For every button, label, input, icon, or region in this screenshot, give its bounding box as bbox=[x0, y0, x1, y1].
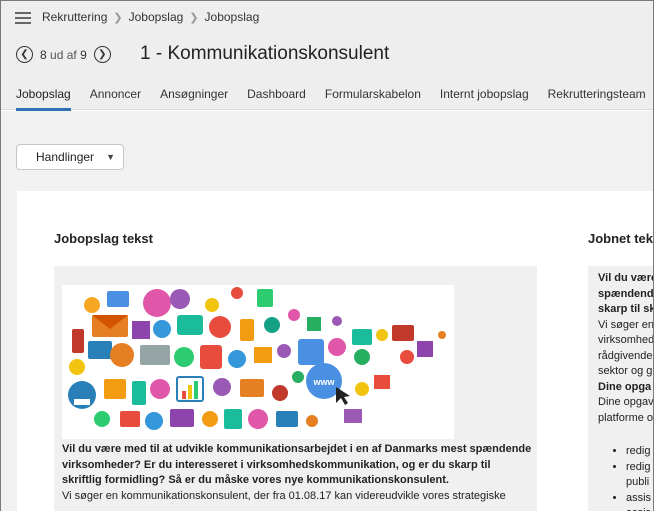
handlinger-label: Handlinger bbox=[36, 150, 95, 164]
list-item: redig bbox=[626, 444, 653, 460]
breadcrumb-item[interactable]: Jobopslag bbox=[205, 10, 260, 24]
jobnet-line: Dine opgav bbox=[598, 396, 653, 408]
jobnet-line: platforme o bbox=[598, 411, 653, 424]
jobnet-bold-heading: Dine opga bbox=[598, 380, 652, 393]
tab-bar: Jobopslag Annoncer Ansøgninger Dashboard… bbox=[16, 87, 654, 111]
jobnet-line: Vi søger en bbox=[598, 318, 653, 331]
tab-jobopslag[interactable]: Jobopslag bbox=[16, 87, 71, 111]
jobnet-bold-line: spændende bbox=[598, 287, 653, 300]
tab-ansoegninger[interactable]: Ansøgninger bbox=[160, 87, 228, 111]
breadcrumb: Rekruttering ❯ Jobopslag ❯ Jobopslag bbox=[42, 10, 259, 24]
jobopslag-body: Vil du være med til at udvikle kommunika… bbox=[62, 442, 532, 504]
action-bar: Handlinger ▼ bbox=[1, 111, 653, 191]
main-content: Jobopslag tekst www Vil du være med til … bbox=[1, 191, 653, 511]
jobopslag-intro: Vil du være med til at udvikle kommunika… bbox=[62, 443, 532, 486]
pager-current: 8 bbox=[40, 47, 47, 62]
breadcrumb-item[interactable]: Rekruttering bbox=[42, 10, 107, 24]
jobnet-bold-line: skarp til sk bbox=[598, 303, 653, 315]
jobnet-card: Vil du være spændende skarp til sk Vi sø… bbox=[588, 266, 653, 511]
section-title-jobopslag: Jobopslag tekst bbox=[54, 231, 153, 246]
record-pager: ❮ 8 ud af 9 ❯ bbox=[16, 46, 111, 63]
next-icon[interactable]: ❯ bbox=[93, 46, 111, 63]
pager-of: ud af bbox=[50, 47, 77, 62]
www-label: www bbox=[312, 377, 335, 387]
list-item: assis bbox=[626, 491, 653, 507]
chevron-right-icon: ❯ bbox=[189, 11, 199, 24]
previous-icon[interactable]: ❮ bbox=[16, 46, 33, 63]
handlinger-dropdown[interactable]: Handlinger ▼ bbox=[16, 144, 124, 170]
jobnet-body: Vil du være spændende skarp til sk Vi sø… bbox=[598, 271, 653, 511]
pager-total: 9 bbox=[80, 47, 87, 62]
chevron-down-icon: ▼ bbox=[106, 152, 115, 162]
jobnet-bold-line: Vil du være bbox=[598, 272, 653, 284]
page-title: 1 - Kommunikationskonsulent bbox=[140, 43, 390, 64]
jobnet-line: rådgivende bbox=[598, 349, 653, 362]
section-title-jobnet: Jobnet teks bbox=[588, 231, 653, 246]
tab-rekrutteringsteam[interactable]: Rekrutteringsteam bbox=[548, 87, 646, 111]
chevron-right-icon: ❯ bbox=[113, 11, 123, 24]
breadcrumb-item[interactable]: Jobopslag bbox=[129, 10, 184, 24]
jobopslag-card: www Vil du være med til at udvikle kommu… bbox=[54, 266, 537, 511]
tab-internt-jobopslag[interactable]: Internt jobopslag bbox=[440, 87, 529, 111]
menu-icon[interactable] bbox=[15, 12, 31, 24]
tab-annoncer[interactable]: Annoncer bbox=[90, 87, 141, 111]
jobopslag-paragraph: Vi søger en kommunikationskonsulent, der… bbox=[62, 489, 506, 502]
list-item: assis bbox=[626, 506, 653, 511]
list-item: publi bbox=[626, 476, 650, 488]
communication-collage-image: www bbox=[62, 285, 454, 439]
jobnet-line: virksomhed bbox=[598, 334, 653, 346]
jobnet-line: sektor og g bbox=[598, 365, 653, 377]
top-header: Rekruttering ❯ Jobopslag ❯ Jobopslag ❮ 8… bbox=[1, 1, 654, 111]
jobnet-bullet-list: redig redig publi assis assis bbox=[598, 444, 653, 511]
tab-formularskabelon[interactable]: Formularskabelon bbox=[325, 87, 421, 111]
tab-dashboard[interactable]: Dashboard bbox=[247, 87, 306, 111]
left-gutter bbox=[1, 191, 17, 511]
pager-text: 8 ud af 9 bbox=[40, 48, 87, 62]
list-item: redig bbox=[626, 460, 653, 476]
